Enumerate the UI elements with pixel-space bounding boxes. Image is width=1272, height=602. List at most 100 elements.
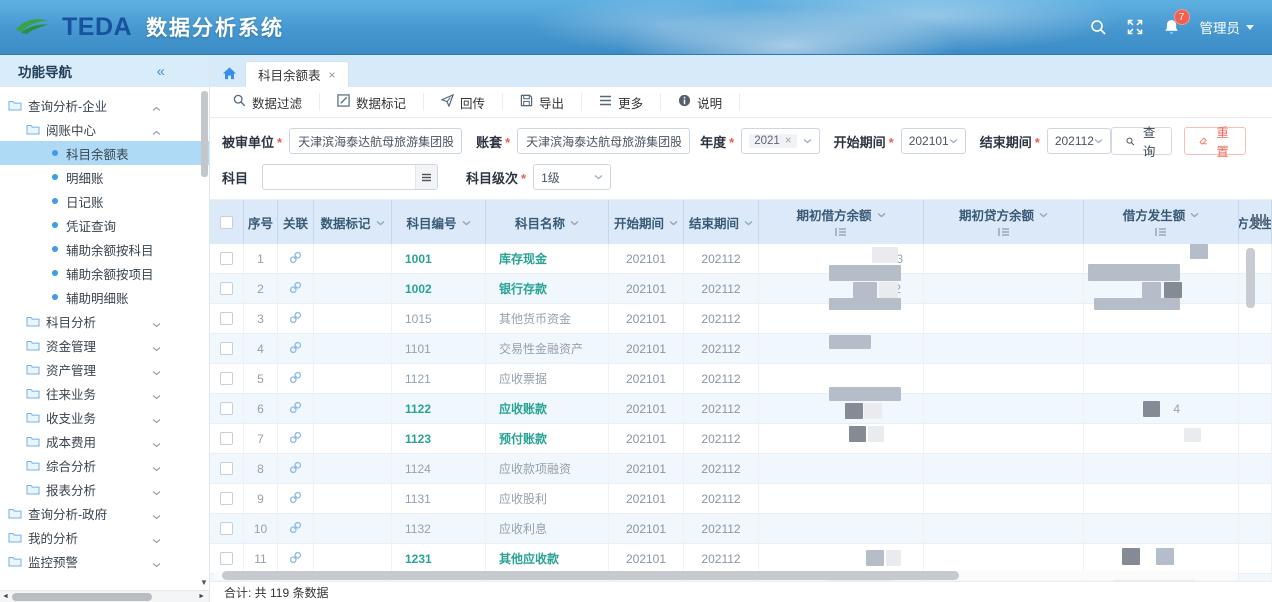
account-book-input[interactable] — [517, 128, 690, 154]
sidebar-collapse-icon[interactable]: « — [157, 63, 165, 80]
sidebar-item-6[interactable]: 辅助余额按科目 — [0, 237, 209, 261]
search-icon[interactable] — [1090, 19, 1107, 36]
sidebar-item-15[interactable]: 综合分析 — [0, 453, 209, 477]
row-checkbox[interactable] — [220, 312, 233, 325]
sort-chevron-icon[interactable] — [570, 215, 579, 229]
subject-name-link[interactable]: 其他应收款 — [499, 550, 559, 567]
link-icon[interactable] — [289, 401, 302, 417]
col-cf-header[interactable]: 期初贷方余额 — [924, 200, 1084, 244]
sidebar-item-18[interactable]: 我的分析 — [0, 525, 209, 549]
subject-name-link[interactable]: 库存现金 — [499, 250, 547, 267]
row-checkbox[interactable] — [220, 522, 233, 535]
col-mark-header[interactable]: 数据标记 — [314, 200, 392, 244]
subject-name-link[interactable]: 预付账款 — [499, 430, 547, 447]
row-checkbox[interactable] — [220, 552, 233, 565]
sidebar-hscrollbar[interactable]: ◄ ► — [0, 590, 209, 602]
col-cr-header[interactable]: 贷方发生额 — [1239, 200, 1272, 244]
link-icon[interactable] — [289, 551, 302, 567]
toolbar-more-button[interactable]: 更多 — [582, 93, 661, 111]
query-button[interactable]: 查询 — [1111, 127, 1173, 155]
scroll-right-arrow[interactable]: ► — [198, 592, 205, 602]
year-tag-remove-icon[interactable]: × — [785, 135, 792, 147]
sort-chevron-icon[interactable] — [462, 215, 471, 229]
row-checkbox[interactable] — [220, 432, 233, 445]
row-checkbox[interactable] — [220, 342, 233, 355]
toolbar-export-button[interactable]: 导出 — [503, 93, 582, 111]
subject-code-link[interactable]: 1001 — [405, 252, 432, 266]
link-icon[interactable] — [289, 521, 302, 537]
sidebar-item-5[interactable]: 凭证查询 — [0, 213, 209, 237]
sidebar-item-16[interactable]: 报表分析 — [0, 477, 209, 501]
end-period-select[interactable]: 202112 — [1047, 128, 1111, 154]
sidebar-item-10[interactable]: 资金管理 — [0, 333, 209, 357]
fullscreen-icon[interactable] — [1127, 19, 1143, 35]
sidebar-item-0[interactable]: 查询分析-企业 — [0, 93, 209, 117]
home-icon[interactable] — [222, 66, 237, 81]
user-menu[interactable]: 管理员 — [1200, 17, 1255, 37]
link-icon[interactable] — [289, 491, 302, 507]
sidebar-item-9[interactable]: 科目分析 — [0, 309, 209, 333]
link-icon[interactable] — [289, 371, 302, 387]
notification-bell-icon[interactable]: 7 — [1163, 18, 1180, 36]
link-icon[interactable] — [289, 461, 302, 477]
row-checkbox[interactable] — [220, 372, 233, 385]
link-icon[interactable] — [289, 281, 302, 297]
sidebar-item-2[interactable]: 科目余额表 — [0, 141, 209, 165]
link-icon[interactable] — [289, 251, 302, 267]
sidebar-vscrollbar-thumb[interactable] — [201, 91, 208, 177]
sidebar-item-8[interactable]: 辅助明细账 — [0, 285, 209, 309]
row-checkbox[interactable] — [220, 492, 233, 505]
toolbar-send-back-button[interactable]: 回传 — [424, 93, 503, 111]
link-icon[interactable] — [289, 311, 302, 327]
subject-name-link[interactable]: 银行存款 — [499, 280, 547, 297]
row-checkbox[interactable] — [220, 252, 233, 265]
grid-hscrollbar[interactable] — [214, 571, 1238, 580]
column-filter-icon[interactable] — [1155, 226, 1167, 240]
subject-code-link[interactable]: 1002 — [405, 282, 432, 296]
sidebar-item-14[interactable]: 成本费用 — [0, 429, 209, 453]
col-db-header[interactable]: 借方发生额 — [1084, 200, 1239, 244]
sidebar-hscrollbar-thumb[interactable] — [12, 593, 152, 601]
reset-button[interactable]: 重置 — [1184, 127, 1246, 155]
sidebar-item-12[interactable]: 往来业务 — [0, 381, 209, 405]
col-code-header[interactable]: 科目编号 — [392, 200, 486, 244]
column-filter-icon[interactable] — [998, 226, 1010, 240]
row-checkbox[interactable] — [220, 462, 233, 475]
sort-chevron-icon[interactable] — [877, 207, 886, 221]
col-start-header[interactable]: 开始期间 — [609, 200, 684, 244]
grid-vscrollbar-thumb[interactable] — [1246, 248, 1255, 308]
sort-chevron-icon[interactable] — [1039, 207, 1048, 221]
toolbar-data-mark-button[interactable]: 数据标记 — [320, 93, 424, 111]
scroll-left-arrow[interactable]: ◄ — [2, 592, 9, 602]
toolbar-data-filter-button[interactable]: 数据过滤 — [216, 93, 320, 111]
sidebar-item-1[interactable]: 阅账中心 — [0, 117, 209, 141]
subject-code-link[interactable]: 1231 — [405, 552, 432, 566]
subject-code-link[interactable]: 1123 — [405, 432, 431, 446]
link-icon[interactable] — [289, 431, 302, 447]
subject-code-link[interactable]: 1122 — [405, 402, 431, 416]
row-checkbox[interactable] — [220, 282, 233, 295]
sidebar-item-17[interactable]: 查询分析-政府 — [0, 501, 209, 525]
subject-name-link[interactable]: 坏账准备 — [499, 580, 547, 581]
audited-unit-input[interactable] — [289, 128, 462, 154]
sort-chevron-icon[interactable] — [376, 215, 385, 229]
link-icon[interactable] — [289, 341, 302, 357]
grid-hscrollbar-thumb[interactable] — [222, 571, 959, 580]
sidebar-item-13[interactable]: 收支业务 — [0, 405, 209, 429]
start-period-select[interactable]: 202101 — [901, 128, 966, 154]
select-all-checkbox[interactable] — [220, 216, 233, 229]
sort-chevron-icon[interactable] — [669, 215, 678, 229]
tab-close-icon[interactable]: × — [329, 68, 336, 82]
sort-chevron-icon[interactable] — [744, 215, 753, 229]
row-checkbox[interactable] — [220, 402, 233, 415]
subject-input[interactable] — [262, 164, 438, 190]
subject-level-select[interactable]: 1级 — [533, 164, 611, 190]
sidebar-item-4[interactable]: 日记账 — [0, 189, 209, 213]
sidebar-item-11[interactable]: 资产管理 — [0, 357, 209, 381]
column-filter-icon[interactable] — [835, 226, 847, 240]
sidebar-item-3[interactable]: 明细账 — [0, 165, 209, 189]
link-icon[interactable] — [289, 581, 302, 582]
tab-subject-balance[interactable]: 科目余额表 × — [245, 61, 349, 87]
column-settings-icon[interactable] — [1252, 214, 1266, 226]
sidebar-item-7[interactable]: 辅助余额按项目 — [0, 261, 209, 285]
